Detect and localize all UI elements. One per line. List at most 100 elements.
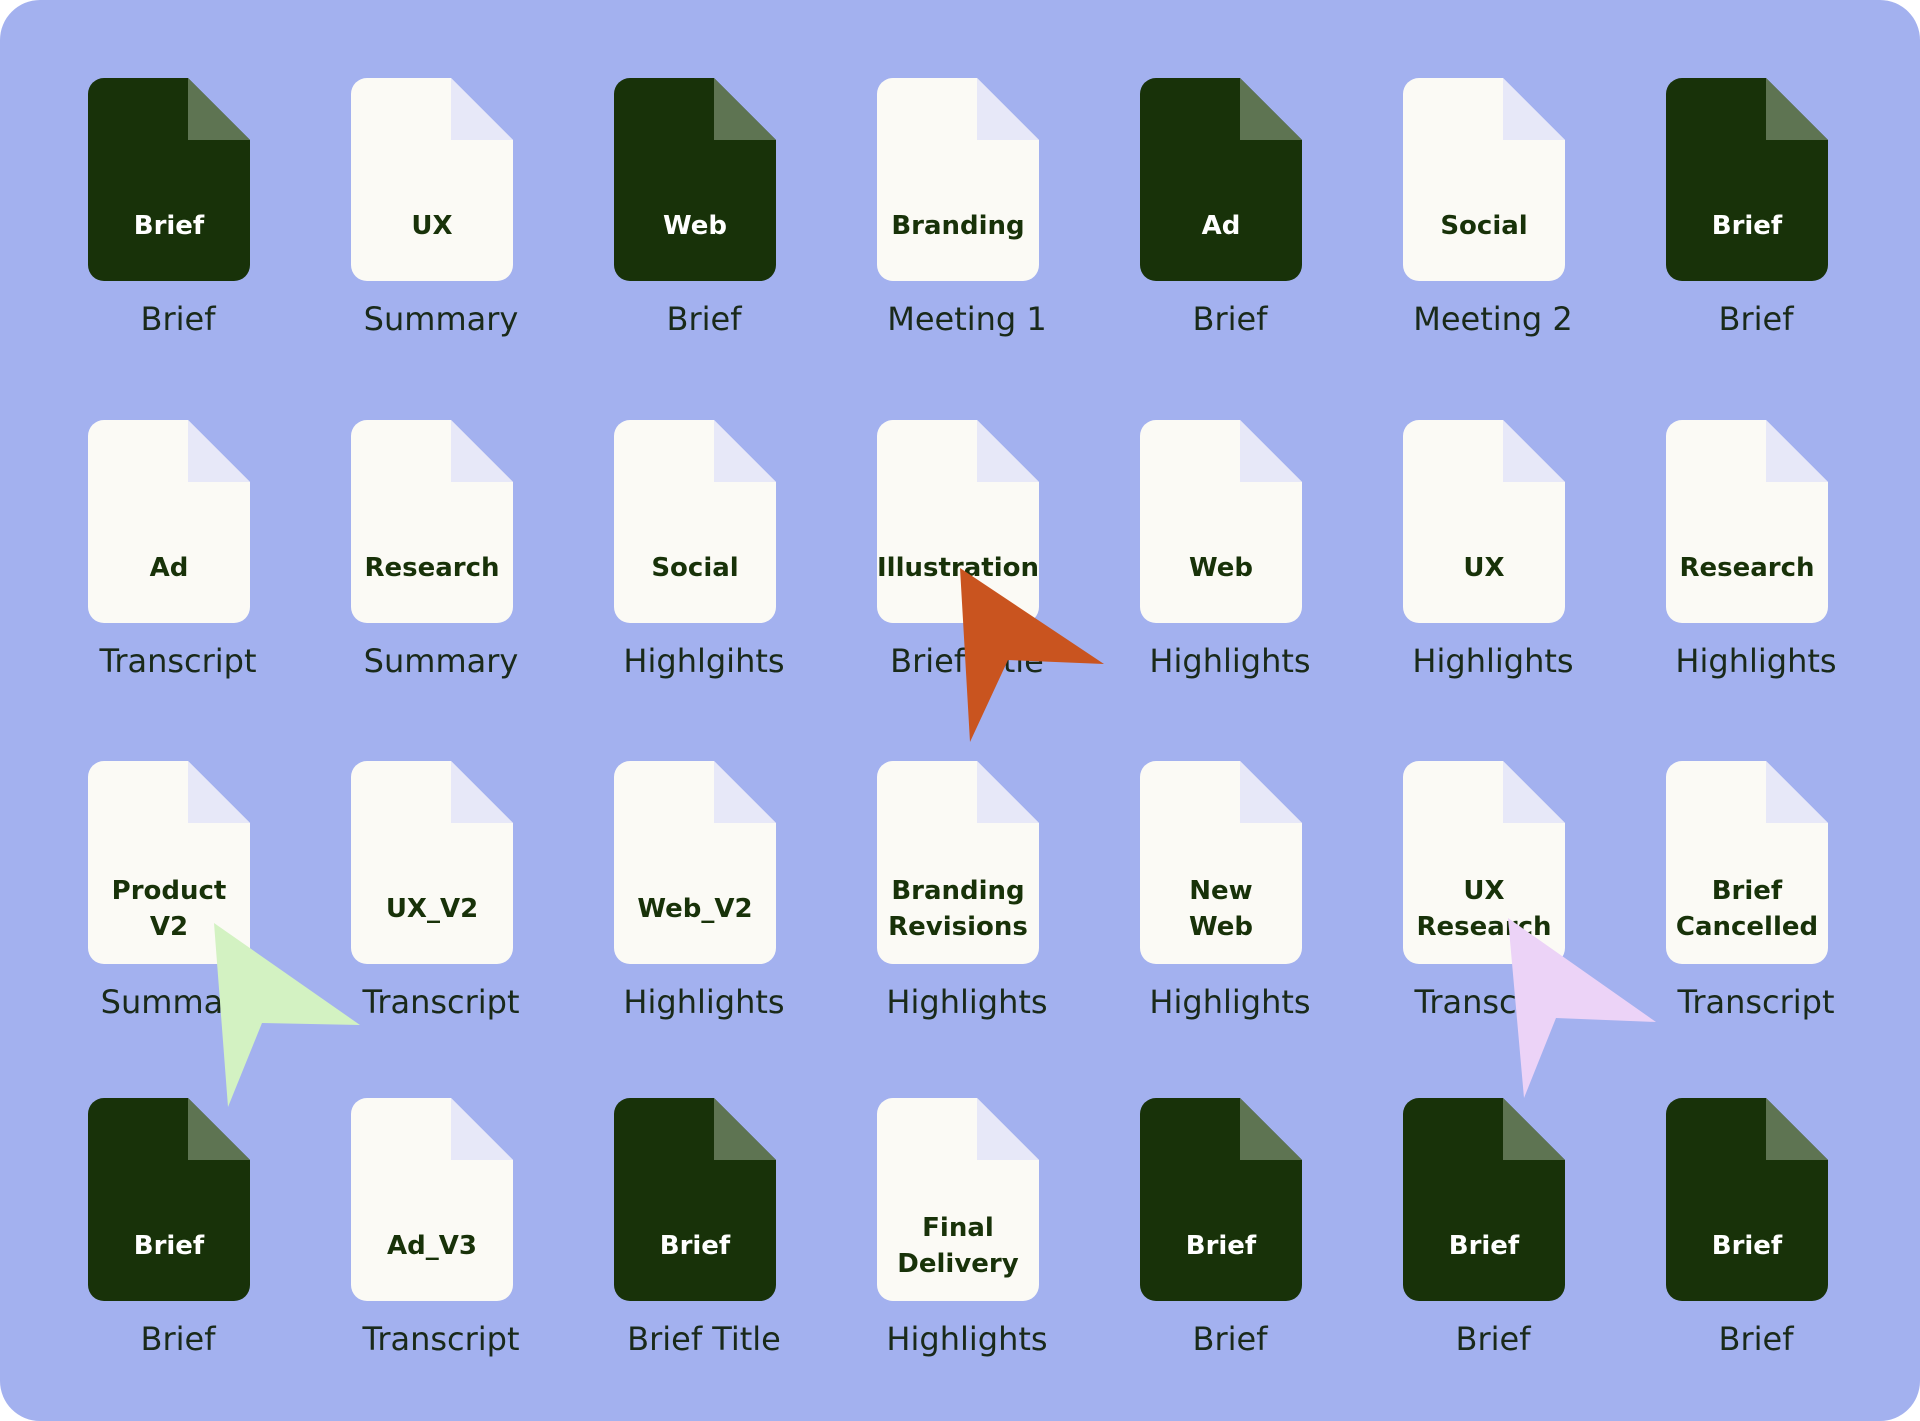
- file-name: Brief: [140, 1320, 216, 1358]
- document-corner-fold: [977, 420, 1039, 482]
- file-tag: Product V2: [111, 876, 227, 942]
- file-tag: Ad: [149, 553, 189, 583]
- file-item[interactable]: Branding Revisions Highlights: [797, 761, 1060, 1091]
- document-corner-fold: [188, 1098, 250, 1160]
- document-icon: Social: [534, 420, 797, 623]
- file-item[interactable]: Ad_V3 Transcript: [271, 1098, 534, 1421]
- document-corner-fold: [1240, 1098, 1302, 1160]
- file-name: Highlights: [1412, 642, 1574, 680]
- file-name: Brief: [1455, 1320, 1531, 1358]
- document-corner-fold: [1766, 1098, 1828, 1160]
- file-item[interactable]: Brief Brief: [8, 78, 271, 408]
- file-item[interactable]: Brief Brief Title: [534, 1098, 797, 1421]
- file-tag: Branding Revisions: [888, 876, 1028, 942]
- file-name: Brief: [1718, 300, 1794, 338]
- file-item[interactable]: Brief Brief: [1586, 1098, 1849, 1421]
- document-corner-fold: [451, 1098, 513, 1160]
- file-item[interactable]: Branding Meeting 1: [797, 78, 1060, 408]
- file-item[interactable]: Brief Brief: [1323, 1098, 1586, 1421]
- file-tag: Social: [1440, 211, 1528, 241]
- document-icon: Brief: [8, 78, 271, 281]
- file-item[interactable]: Ad Transcript: [8, 420, 271, 750]
- document-icon: Branding: [797, 78, 1060, 281]
- document-icon: Brief: [1060, 1098, 1323, 1301]
- file-tag: Brief: [133, 1231, 205, 1261]
- file-tag: Web: [1189, 553, 1253, 583]
- file-tag: Branding: [891, 211, 1025, 241]
- document-icon: UX_V2: [271, 761, 534, 964]
- file-item[interactable]: UX Summary: [271, 78, 534, 408]
- file-item[interactable]: UX Highlights: [1323, 420, 1586, 750]
- file-name: Summary: [100, 983, 256, 1021]
- document-icon: Brief: [1586, 1098, 1849, 1301]
- document-icon: Brief Cancelled: [1586, 761, 1849, 964]
- document-icon: UX Research: [1323, 761, 1586, 964]
- file-name: Highlights: [1149, 983, 1311, 1021]
- file-item[interactable]: Brief Brief: [1586, 78, 1849, 408]
- document-icon: Branding Revisions: [797, 761, 1060, 964]
- file-item[interactable]: Web Highlights: [1060, 420, 1323, 750]
- file-tag: Social: [651, 553, 739, 583]
- file-item[interactable]: UX_V2 Transcript: [271, 761, 534, 1091]
- document-corner-fold: [1503, 1098, 1565, 1160]
- file-item[interactable]: New Web Highlights: [1060, 761, 1323, 1091]
- file-name: Brief: [1192, 300, 1268, 338]
- file-item[interactable]: Brief Brief: [1060, 1098, 1323, 1421]
- file-name: Brief: [666, 300, 742, 338]
- file-item[interactable]: Brief Brief: [8, 1098, 271, 1421]
- file-name: Brief: [1192, 1320, 1268, 1358]
- file-item[interactable]: Web_V2 Highlights: [534, 761, 797, 1091]
- document-corner-fold: [714, 761, 776, 823]
- document-icon: New Web: [1060, 761, 1323, 964]
- file-name: Transcript: [1414, 983, 1572, 1021]
- file-item[interactable]: Product V2 Summary: [8, 761, 271, 1091]
- file-tag: Web: [663, 211, 727, 241]
- file-item[interactable]: Web Brief: [534, 78, 797, 408]
- file-grid-panel: Brief Brief UX Summary Web Brief Branding Meeti…: [0, 0, 1920, 1421]
- file-item[interactable]: Social Meeting 2: [1323, 78, 1586, 408]
- file-tag: Brief Cancelled: [1675, 876, 1819, 942]
- file-name: Highlights: [886, 983, 1048, 1021]
- file-tag: UX: [1463, 553, 1505, 583]
- file-item[interactable]: Research Summary: [271, 420, 534, 750]
- file-item[interactable]: Brief Cancelled Transcript: [1586, 761, 1849, 1091]
- document-corner-fold: [1240, 761, 1302, 823]
- file-name: Transcript: [99, 642, 257, 680]
- document-corner-fold: [451, 420, 513, 482]
- file-item[interactable]: Ad Brief: [1060, 78, 1323, 408]
- file-tag: Illustration: [877, 553, 1039, 583]
- file-name: Highlights: [1675, 642, 1837, 680]
- file-tag: Brief: [1448, 1231, 1520, 1261]
- document-icon: Brief: [8, 1098, 271, 1301]
- file-item[interactable]: Research Highlights: [1586, 420, 1849, 750]
- file-name: Highlights: [1149, 642, 1311, 680]
- file-tag: New Web: [1189, 876, 1253, 942]
- file-name: Brief: [1718, 1320, 1794, 1358]
- file-tag: UX Research: [1416, 876, 1552, 942]
- file-item[interactable]: UX Research Transcript: [1323, 761, 1586, 1091]
- file-item[interactable]: Social Highlgihts: [534, 420, 797, 750]
- document-icon: Brief: [1323, 1098, 1586, 1301]
- file-tag: Ad: [1201, 211, 1241, 241]
- document-icon: Brief: [534, 1098, 797, 1301]
- file-item[interactable]: Illustration Brief Title: [797, 420, 1060, 750]
- file-name: Brief: [140, 300, 216, 338]
- document-corner-fold: [714, 420, 776, 482]
- document-corner-fold: [1240, 420, 1302, 482]
- file-name: Transcript: [1677, 983, 1835, 1021]
- document-corner-fold: [977, 761, 1039, 823]
- document-corner-fold: [714, 1098, 776, 1160]
- file-name: Summary: [363, 300, 519, 338]
- file-tag: UX_V2: [385, 894, 479, 924]
- document-corner-fold: [188, 78, 250, 140]
- file-name: Transcript: [362, 1320, 520, 1358]
- file-item[interactable]: Final Delivery Highlights: [797, 1098, 1060, 1421]
- file-tag: Web_V2: [637, 894, 753, 924]
- file-tag: Ad_V3: [387, 1231, 477, 1261]
- document-corner-fold: [1503, 78, 1565, 140]
- document-icon: Ad: [1060, 78, 1323, 281]
- file-name: Summary: [363, 642, 519, 680]
- file-tag: Brief: [659, 1231, 731, 1261]
- document-corner-fold: [188, 420, 250, 482]
- file-name: Brief Title: [890, 642, 1044, 680]
